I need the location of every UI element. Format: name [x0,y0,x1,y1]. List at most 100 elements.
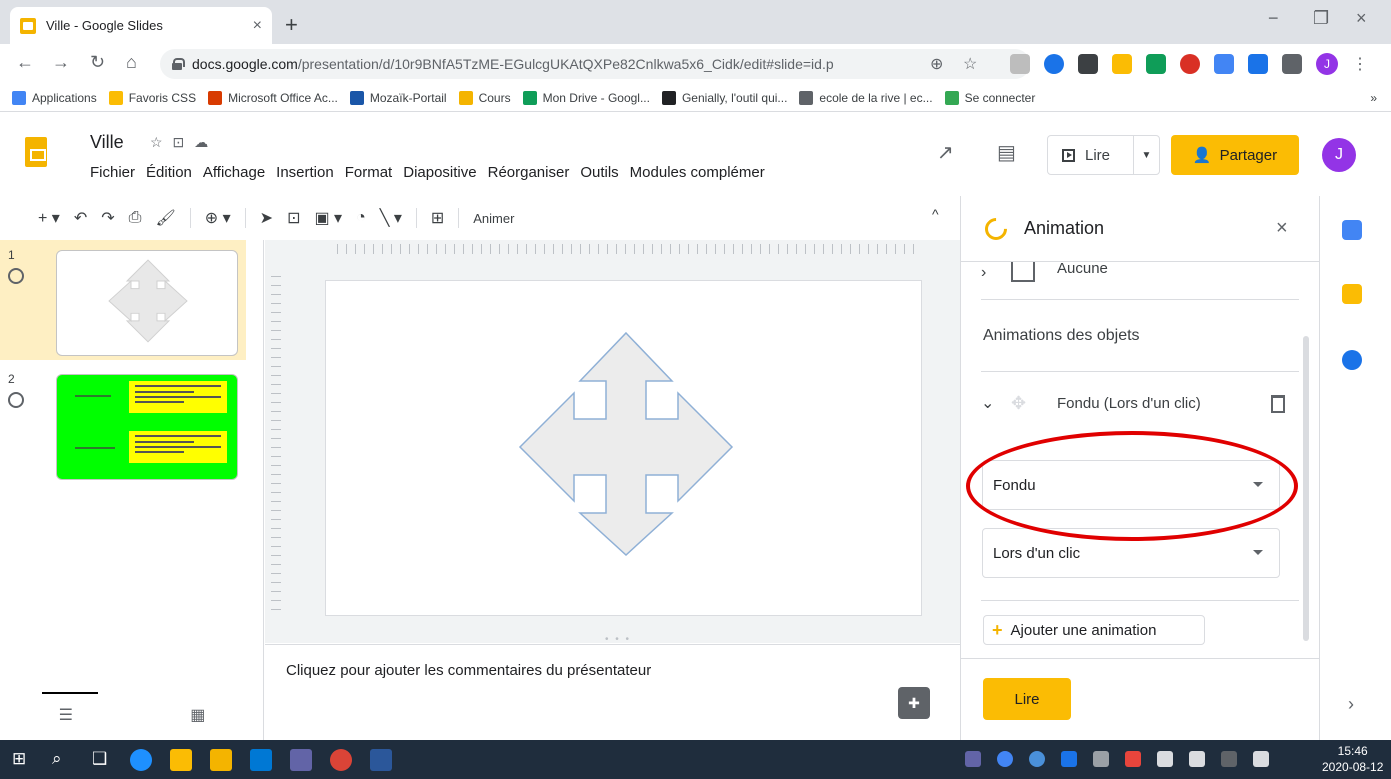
explore-icon[interactable]: ✚ [898,687,930,719]
zoom-icon[interactable]: ⊕ [930,54,943,74]
chevron-right-icon[interactable]: › [1348,694,1354,715]
home-icon[interactable]: ⌂ [126,52,137,73]
forward-arrow-icon[interactable]: → [52,52,70,73]
zoom-dropdown-icon[interactable]: ⊕ ▾ [205,208,231,228]
present-button[interactable]: Lire ▼ [1047,135,1160,175]
menu-format[interactable]: Format [345,164,393,181]
animate-button[interactable]: Animer [473,211,514,226]
kebab-menu-icon[interactable]: ⋮ [1352,54,1368,74]
notes-placeholder[interactable]: Cliquez pour ajouter les commentaires du… [286,662,651,679]
minimize-button[interactable]: − [1268,8,1279,29]
tray-icon[interactable] [1061,751,1077,767]
extension-icon[interactable] [1248,54,1268,74]
new-tab-button[interactable]: + [285,12,298,38]
account-avatar[interactable]: J [1322,138,1356,172]
select-cursor-icon[interactable]: ➤ [260,208,273,228]
new-slide-icon[interactable]: + ▾ [38,208,60,228]
teams-icon[interactable] [290,749,312,771]
tasks-icon[interactable] [1342,350,1362,370]
four-way-arrow-shape[interactable] [326,281,923,617]
speaker-notes[interactable]: Cliquez pour ajouter les commentaires du… [265,644,960,740]
trash-icon[interactable] [1271,395,1285,413]
volume-icon[interactable] [1253,751,1269,767]
browser-tab[interactable]: Ville - Google Slides × [10,7,272,44]
tray-icon[interactable] [1029,751,1045,767]
bookmark-item[interactable]: Cours [458,90,511,105]
bookmark-item[interactable]: ecole de la rive | ec... [799,90,933,105]
reload-icon[interactable]: ↻ [90,52,105,73]
puzzle-extensions-icon[interactable] [1282,54,1302,74]
image-icon[interactable]: ▣ ▾ [314,208,342,228]
filmstrip-slide-2[interactable]: 2 [0,364,246,484]
edge-icon[interactable] [130,749,152,771]
trigger-dropdown[interactable]: Lors d'un clic [982,528,1280,578]
menu-insertion[interactable]: Insertion [276,164,334,181]
present-dropdown-arrow-icon[interactable]: ▼ [1134,150,1159,161]
bookmark-item[interactable]: Mozaïk-Portail [349,90,447,105]
shape-icon[interactable]: ◔ [356,209,366,227]
activity-trend-icon[interactable]: ↗ [937,140,954,165]
back-arrow-icon[interactable]: ← [16,52,34,73]
chevron-down-icon[interactable]: ⌄ [981,393,994,413]
wifi-icon[interactable] [1221,751,1237,767]
extension-icon[interactable] [1010,54,1030,74]
bookmark-item[interactable]: Microsoft Office Ac... [208,90,338,105]
tab-close-icon[interactable]: × [253,17,262,35]
extension-icon[interactable] [1078,54,1098,74]
grid-view-icon[interactable]: ▦ [190,705,205,725]
menu-reorganiser[interactable]: Réorganiser [488,164,570,181]
sticky-notes-icon[interactable] [170,749,192,771]
calendar-icon[interactable] [1342,220,1362,240]
profile-avatar[interactable]: J [1316,53,1338,75]
search-icon[interactable]: ⌕ [52,749,62,769]
redo-icon[interactable]: ↷ [101,208,114,228]
close-window-button[interactable]: × [1356,8,1367,29]
bookmark-item[interactable]: Applications [12,90,97,105]
outlook-icon[interactable] [250,749,272,771]
play-button[interactable]: Lire [983,678,1071,720]
effect-dropdown[interactable]: Fondu [982,460,1280,510]
extension-icon[interactable] [1112,54,1132,74]
keep-icon[interactable] [1342,284,1362,304]
tray-icon[interactable] [1093,751,1109,767]
comment-add-icon[interactable]: ⊞ [431,208,444,228]
close-icon[interactable]: × [1276,217,1288,240]
add-animation-button[interactable]: + Ajouter une animation [983,615,1205,645]
animation-item[interactable]: ⌄ ✥ Fondu (Lors d'un clic) [981,391,1299,421]
battery-icon[interactable] [1189,751,1205,767]
extension-icon[interactable] [1044,54,1064,74]
menu-modules[interactable]: Modules complémer [630,164,765,181]
menu-edition[interactable]: Édition [146,164,192,181]
filmstrip-slide-1[interactable]: 1 [0,240,246,360]
bookmark-item[interactable]: Genially, l'outil qui... [661,90,787,105]
current-slide[interactable] [325,280,922,616]
panel-scrollbar[interactable] [1303,336,1309,641]
adblock-extension-icon[interactable] [1180,54,1200,74]
collapse-menus-icon[interactable]: ^ [932,206,939,222]
restore-button[interactable]: ❐ [1313,8,1329,29]
file-explorer-icon[interactable] [210,749,232,771]
drive-extension-icon[interactable] [1146,54,1166,74]
system-clock[interactable]: 15:46 2020-08-12 [1322,743,1383,775]
menu-fichier[interactable]: Fichier [90,164,135,181]
list-view-icon[interactable]: ☰ [59,705,73,725]
windows-start-icon[interactable]: ⊞ [12,749,26,769]
task-view-icon[interactable]: ❑ [92,749,107,769]
slides-logo-icon[interactable] [25,137,47,167]
word-icon[interactable] [370,749,392,771]
tray-icon[interactable] [1157,751,1173,767]
share-button[interactable]: 👤 Partager [1171,135,1299,175]
bookmark-item[interactable]: Mon Drive - Googl... [522,90,650,105]
tray-icon[interactable] [1125,751,1141,767]
text-box-icon[interactable]: ⊡ [287,208,300,228]
slide-transition-row[interactable]: › Aucune [981,262,1299,300]
bookmarks-overflow[interactable]: » [1370,91,1377,105]
undo-icon[interactable]: ↶ [74,208,87,228]
menu-affichage[interactable]: Affichage [203,164,265,181]
line-icon[interactable]: ╲ ▾ [380,208,402,228]
star-folder-cloud-icons[interactable]: ☆⊡☁ [150,134,218,151]
menu-outils[interactable]: Outils [580,164,618,181]
translate-extension-icon[interactable] [1214,54,1234,74]
tray-icon[interactable] [997,751,1013,767]
menu-diapositive[interactable]: Diapositive [403,164,476,181]
